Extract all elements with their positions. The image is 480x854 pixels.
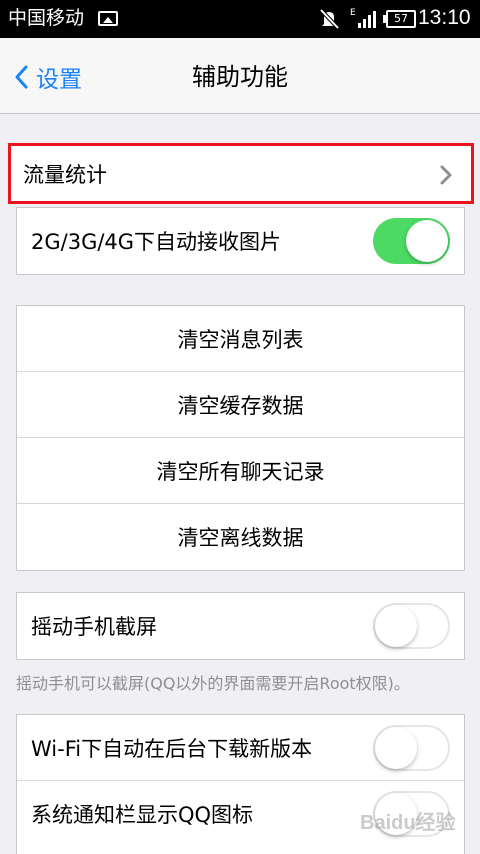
toggle-knob xyxy=(375,727,417,769)
status-bar: 中国移动 E 57 13:10 xyxy=(0,0,480,38)
traffic-statistics-label: 流量统计 xyxy=(23,162,107,187)
traffic-statistics-row[interactable]: 流量统计 xyxy=(8,143,474,204)
shake-screenshot-group: 摇动手机截屏 xyxy=(16,592,465,660)
page-title: 辅助功能 xyxy=(192,63,288,91)
clear-message-list-button[interactable]: 清空消息列表 xyxy=(17,306,464,372)
clear-offline-data-button[interactable]: 清空离线数据 xyxy=(17,504,464,570)
carrier-name: 中国移动 xyxy=(8,7,85,29)
notification-bar-qq-icon-label: 系统通知栏显示QQ图标 xyxy=(31,803,254,827)
clear-cache-label: 清空缓存数据 xyxy=(177,393,304,418)
clear-all-chat-history-button[interactable]: 清空所有聊天记录 xyxy=(17,438,464,504)
clear-offline-data-label: 清空离线数据 xyxy=(177,526,304,550)
chevron-right-icon xyxy=(440,165,452,185)
mute-icon xyxy=(319,8,340,30)
gallery-icon xyxy=(98,11,118,26)
shake-screenshot-footnote: 摇动手机可以截屏(QQ以外的界面需要开启Root权限)。 xyxy=(16,674,410,693)
shake-screenshot-label: 摇动手机截屏 xyxy=(31,615,157,639)
shake-screenshot-toggle[interactable] xyxy=(373,603,450,649)
shake-screenshot-row: 摇动手机截屏 xyxy=(17,593,464,659)
toggle-knob xyxy=(406,220,448,262)
baidu-watermark: Baidu经验 xyxy=(360,812,456,834)
clear-all-chat-history-label: 清空所有聊天记录 xyxy=(156,459,325,484)
auto-receive-images-row: 2G/3G/4G下自动接收图片 xyxy=(17,208,464,274)
network-type-label: E xyxy=(350,8,356,18)
battery-icon: 57 xyxy=(383,10,416,28)
signal-icon: E xyxy=(350,8,376,28)
wifi-auto-download-row: Wi-Fi下自动在后台下载新版本 xyxy=(17,715,464,781)
clear-cache-button[interactable]: 清空缓存数据 xyxy=(17,372,464,438)
auto-receive-images-toggle[interactable] xyxy=(373,218,450,264)
navigation-bar: 设置 辅助功能 xyxy=(0,38,480,114)
auto-receive-group: 2G/3G/4G下自动接收图片 xyxy=(16,207,465,275)
clear-data-group: 清空消息列表 清空缓存数据 清空所有聊天记录 清空离线数据 xyxy=(16,305,465,571)
wifi-auto-download-label: Wi-Fi下自动在后台下载新版本 xyxy=(31,736,313,761)
clear-message-list-label: 清空消息列表 xyxy=(177,327,304,352)
wifi-auto-download-toggle[interactable] xyxy=(373,725,450,771)
auto-receive-images-label: 2G/3G/4G下自动接收图片 xyxy=(31,230,282,254)
toggle-knob xyxy=(375,605,417,647)
clock: 13:10 xyxy=(418,6,471,29)
